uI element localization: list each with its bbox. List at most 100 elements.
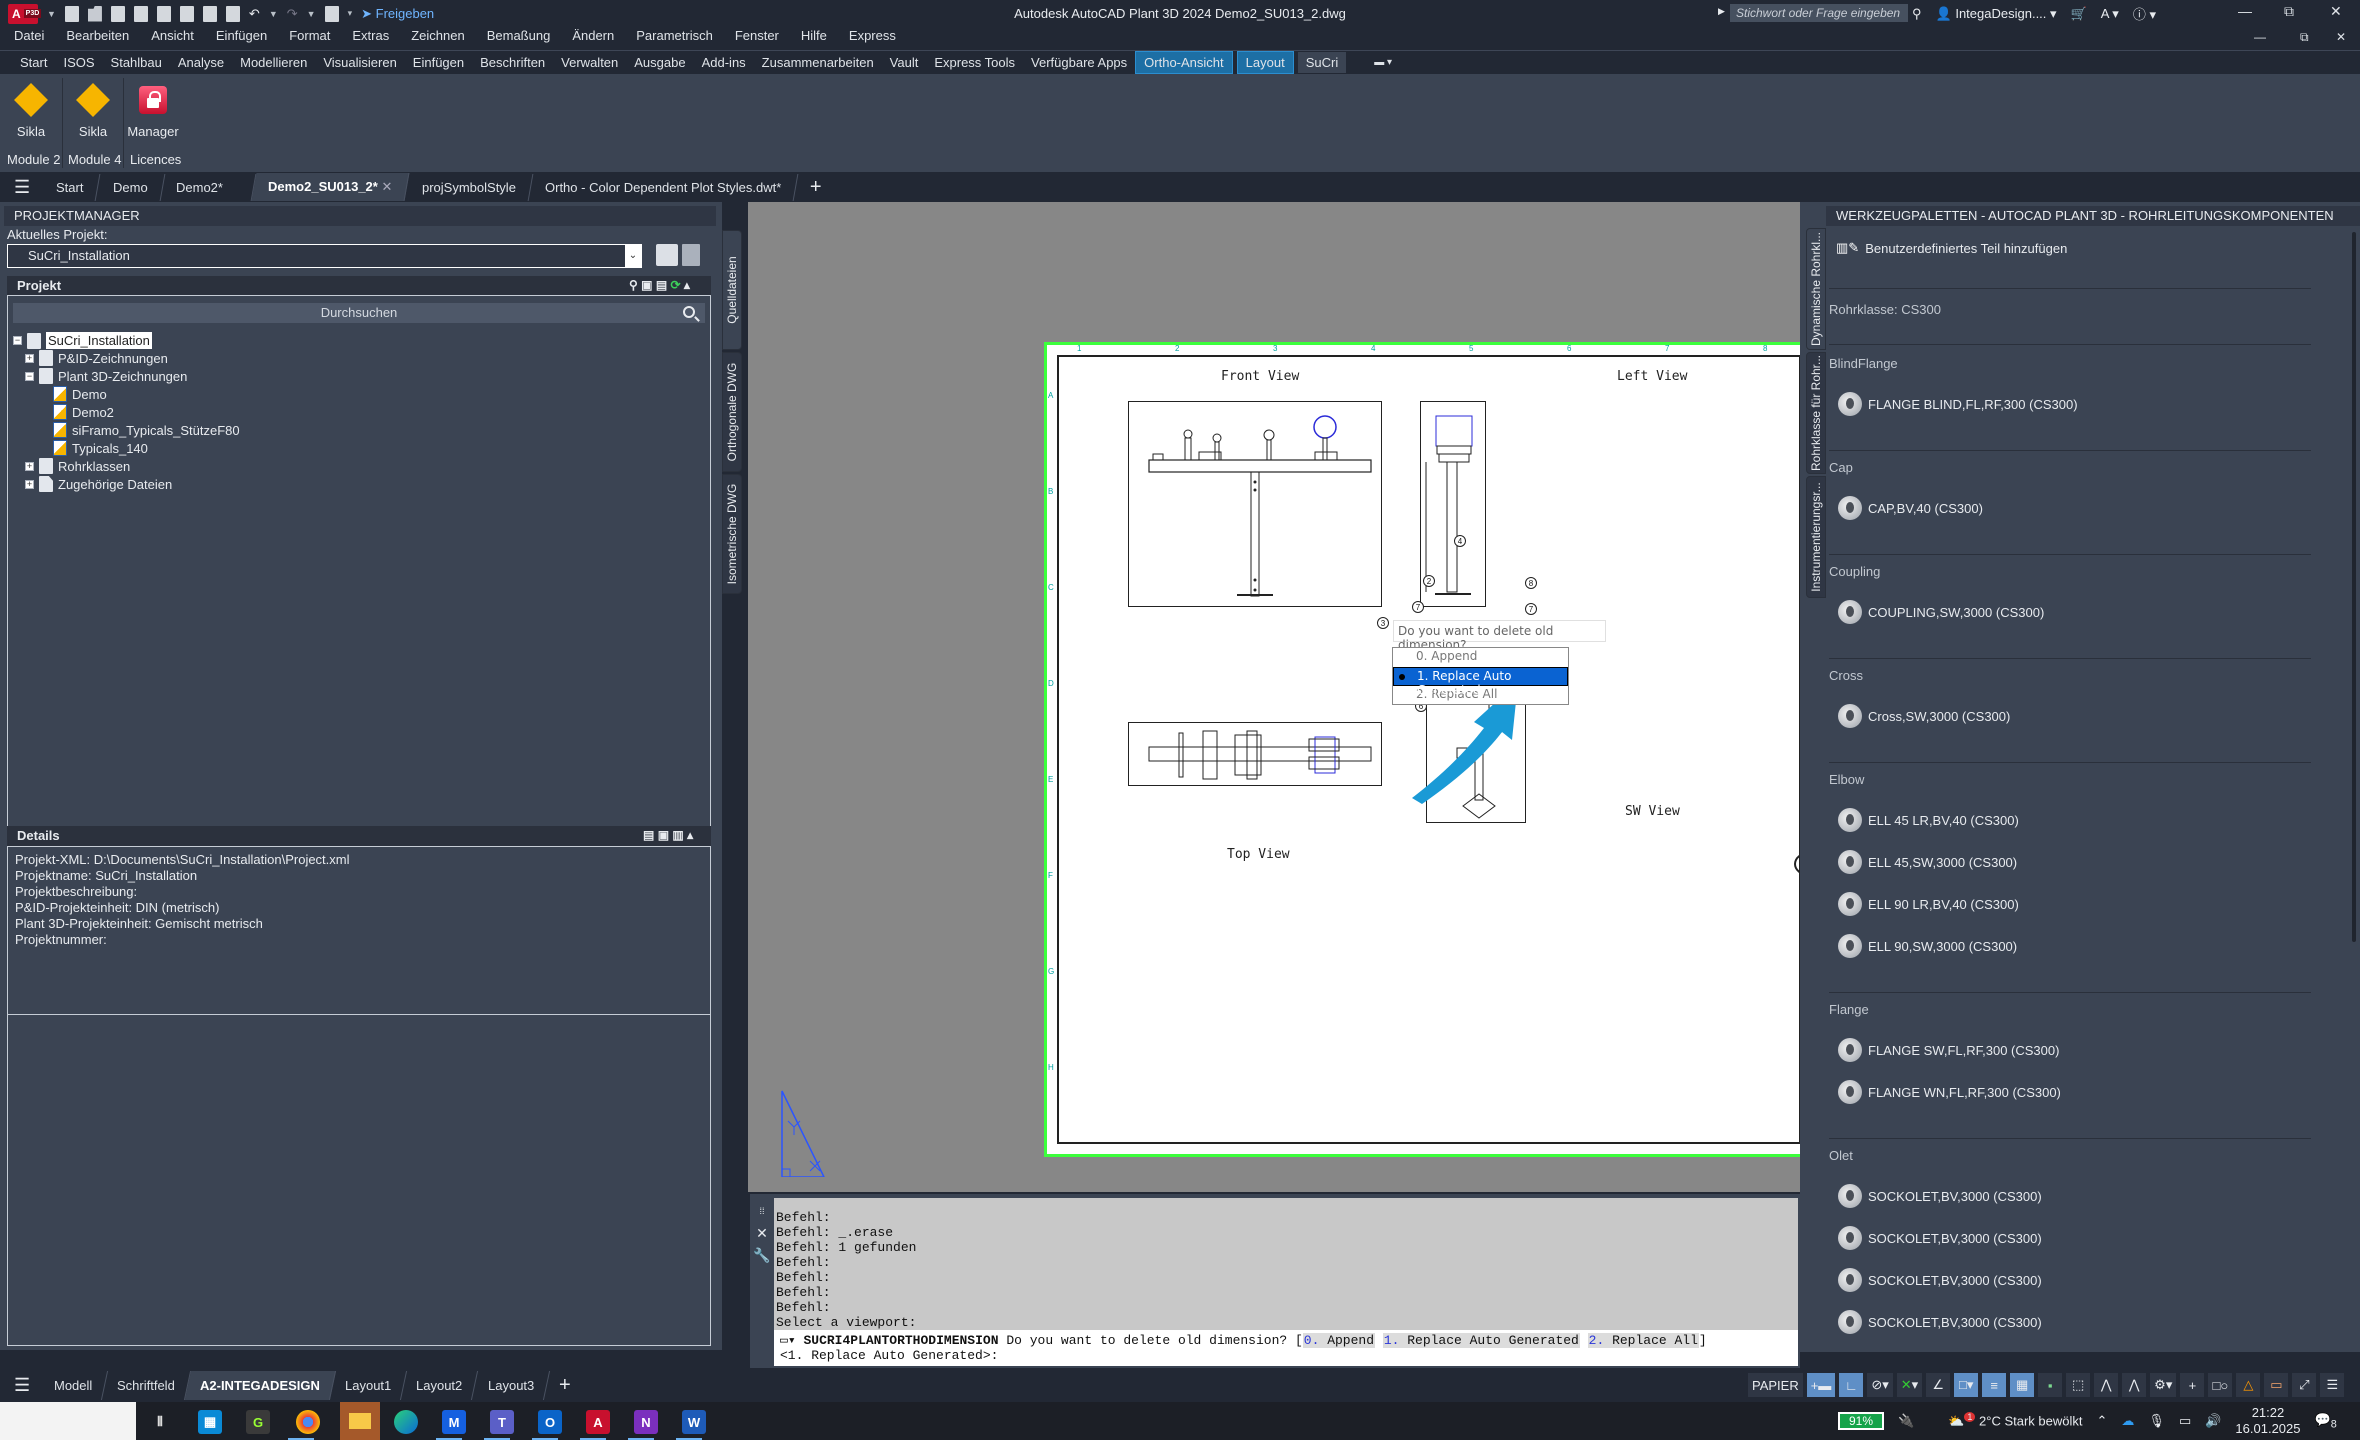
clock[interactable]: 21:22 16.01.2025 — [2235, 1405, 2300, 1437]
polar-icon[interactable]: ⊘▾ — [1867, 1373, 1893, 1397]
search-icon[interactable]: ⚲ — [1912, 6, 1922, 22]
file-tab[interactable]: projSymbolStyle — [405, 173, 533, 201]
palette-item[interactable]: CAP,BV,40 (CS300) — [1838, 496, 1983, 520]
user-account[interactable]: 👤 IntegaDesign.... ▾ — [1936, 6, 2057, 22]
custom-part-button[interactable]: ▥✎ Benutzerdefiniertes Teil hinzufügen — [1836, 240, 2067, 256]
palette-item[interactable]: FLANGE BLIND,FL,RF,300 (CS300) — [1838, 392, 2078, 416]
tree-node[interactable]: Demo2 — [53, 404, 114, 420]
doc-restore-button[interactable]: ⧉ — [2300, 30, 2309, 45]
onenote-icon[interactable]: N — [634, 1410, 658, 1434]
grip-handle[interactable]: ⁞⁞ — [753, 1200, 771, 1222]
menu-bemassung[interactable]: Bemaßung — [487, 28, 551, 50]
annotation-visibility-icon[interactable]: ⋀ — [2094, 1373, 2119, 1397]
side-tab-quelldateien[interactable]: Quelldateien — [722, 230, 742, 350]
side-tab-orthogonale[interactable]: Orthogonale DWG — [722, 352, 742, 472]
front-viewport[interactable] — [1128, 401, 1382, 607]
layout-tab[interactable]: Layout1 — [330, 1370, 408, 1400]
layout-tab[interactable]: Layout2 — [401, 1370, 479, 1400]
manager-button[interactable]: Manager — [126, 82, 180, 139]
menu-zeichnen[interactable]: Zeichnen — [411, 28, 464, 50]
current-project-select[interactable]: SuCri_Installation ⌄ — [7, 244, 642, 268]
palette-item[interactable]: COUPLING,SW,3000 (CS300) — [1838, 600, 2044, 624]
tree-node[interactable]: siFramo_Typicals_StützeF80 — [53, 422, 240, 438]
onedrive-icon[interactable]: ☁ — [2121, 1413, 2134, 1429]
app-icon-calculator[interactable]: ▦ — [198, 1410, 222, 1434]
hamburger-menu-icon[interactable]: ☰ — [14, 177, 30, 198]
palette-item[interactable]: ELL 90,SW,3000 (CS300) — [1838, 934, 2017, 958]
tree-node[interactable]: − Plant 3D-Zeichnungen — [25, 368, 187, 384]
outlook-icon[interactable]: O — [538, 1410, 562, 1434]
task-view-icon[interactable]: ⫴ — [148, 1410, 172, 1434]
taskbar-search[interactable] — [0, 1402, 136, 1440]
autocad-plant3d-icon[interactable]: A — [586, 1410, 610, 1434]
edge-icon[interactable] — [394, 1410, 418, 1434]
palette-title[interactable]: PROJEKTMANAGER — [4, 206, 716, 226]
notification-center[interactable]: 💬8 — [2315, 1412, 2337, 1431]
project-setup-icon[interactable] — [682, 244, 700, 266]
palette-item[interactable]: ELL 90 LR,BV,40 (CS300) — [1838, 892, 2019, 916]
tab-verwalten[interactable]: Verwalten — [553, 52, 626, 73]
tab-vault[interactable]: Vault — [882, 52, 927, 73]
collapse-icon[interactable]: ▴ — [687, 828, 693, 842]
tab-isos[interactable]: ISOS — [55, 52, 102, 73]
workspace-gear-icon[interactable]: ⚙▾ — [2150, 1373, 2177, 1397]
tab-zusammenarbeiten[interactable]: Zusammenarbeiten — [754, 52, 882, 73]
graphics-performance-icon[interactable]: △ — [2236, 1373, 2261, 1397]
tab-ausgabe[interactable]: Ausgabe — [626, 52, 693, 73]
file-tab[interactable]: Demo2* — [159, 173, 257, 201]
angle-icon[interactable]: ∠ — [1926, 1373, 1951, 1397]
tree-node[interactable]: Typicals_140 — [53, 440, 148, 456]
copy-drawing-icon[interactable]: ▤ — [656, 278, 667, 292]
palette-item[interactable]: ELL 45,SW,3000 (CS300) — [1838, 850, 2017, 874]
tree-node[interactable]: + Zugehörige Dateien — [25, 476, 172, 492]
palette-title[interactable]: WERKZEUGPALETTEN - AUTOCAD PLANT 3D - RO… — [1826, 206, 2360, 226]
properties-icon[interactable]: ▤ — [643, 828, 654, 842]
tab-stahlbau[interactable]: Stahlbau — [103, 52, 170, 73]
autodesk-icon[interactable]: A ▾ — [2101, 6, 2119, 22]
scrollbar[interactable] — [2352, 232, 2356, 942]
menu-format[interactable]: Format — [289, 28, 330, 50]
microphone-icon[interactable]: 🎙 — [2148, 1413, 2165, 1429]
lineweight-icon[interactable]: ≡ — [1982, 1373, 2007, 1397]
annotation-scale-icon[interactable]: ⬚ — [2066, 1373, 2091, 1397]
menu-extras[interactable]: Extras — [352, 28, 389, 50]
transparency-icon[interactable]: ▦ — [2010, 1373, 2035, 1397]
expand-toggle[interactable]: + — [25, 461, 34, 471]
tree-node[interactable]: + Rohrklassen — [25, 458, 130, 474]
expand-search-icon[interactable]: ▶ — [1718, 6, 1725, 17]
keyword-replace-all[interactable]: 2. Replace All — [1587, 1333, 1699, 1348]
add-layout-icon[interactable]: + — [559, 1374, 571, 1397]
command-input[interactable]: ▭▾ SUCRI4PLANTORTHODIMENSION Do you want… — [774, 1330, 1798, 1366]
drawing-canvas[interactable]: 1 2 3 4 5 6 7 8 A B C D E F G H Front View Left View T… — [748, 202, 1800, 1192]
menu-bearbeiten[interactable]: Bearbeiten — [66, 28, 129, 50]
file-tab-active[interactable]: Demo2_SU013_2* ✕ — [251, 173, 411, 201]
option-replace-auto-generated[interactable]: 1. Replace Auto Generated — [1393, 667, 1568, 697]
osnap-tracking-icon[interactable]: ✕ ▾ — [1896, 1373, 1923, 1397]
menu-express[interactable]: Express — [849, 28, 896, 50]
doc-minimize-button[interactable]: — — [2254, 30, 2266, 44]
collapse-toggle[interactable]: − — [13, 336, 22, 345]
tab-visualisieren[interactable]: Visualisieren — [315, 52, 404, 73]
preview-icon[interactable]: ▣ — [658, 828, 669, 842]
layout-menu-icon[interactable]: ☰ — [14, 1375, 30, 1396]
command-prompt-icon[interactable]: ▭▾ — [780, 1333, 796, 1348]
collapse-icon[interactable]: ▴ — [684, 278, 690, 292]
power-icon[interactable]: ▭ — [2179, 1413, 2191, 1429]
isolate-icon[interactable]: ▭ — [2264, 1373, 2289, 1397]
tree-node[interactable]: + P&ID-Zeichnungen — [25, 350, 168, 366]
menu-einfuegen[interactable]: Einfügen — [216, 28, 267, 50]
volume-icon[interactable]: 🔊 — [2205, 1413, 2221, 1429]
keyword-append[interactable]: 0. Append — [1302, 1333, 1375, 1348]
tree-node[interactable]: Demo — [53, 386, 107, 402]
palette-item[interactable]: SOCKOLET,BV,3000 (CS300) — [1838, 1184, 2042, 1208]
tab-add-ins[interactable]: Add-ins — [694, 52, 754, 73]
layout-tab[interactable]: Layout3 — [472, 1370, 551, 1400]
tab-express-tools[interactable]: Express Tools — [926, 52, 1023, 73]
annotation-monitor-icon[interactable]: + — [2180, 1373, 2205, 1397]
palette-item[interactable]: SOCKOLET,BV,3000 (CS300) — [1838, 1226, 2042, 1250]
file-tab[interactable]: Ortho - Color Dependent Plot Styles.dwt* — [528, 173, 799, 201]
sikla-module2-button[interactable]: Sikla — [4, 82, 58, 139]
tab-sucri[interactable]: SuCri — [1297, 52, 1347, 73]
menu-fenster[interactable]: Fenster — [735, 28, 779, 50]
tab-ortho-ansicht[interactable]: Ortho-Ansicht — [1135, 51, 1233, 74]
